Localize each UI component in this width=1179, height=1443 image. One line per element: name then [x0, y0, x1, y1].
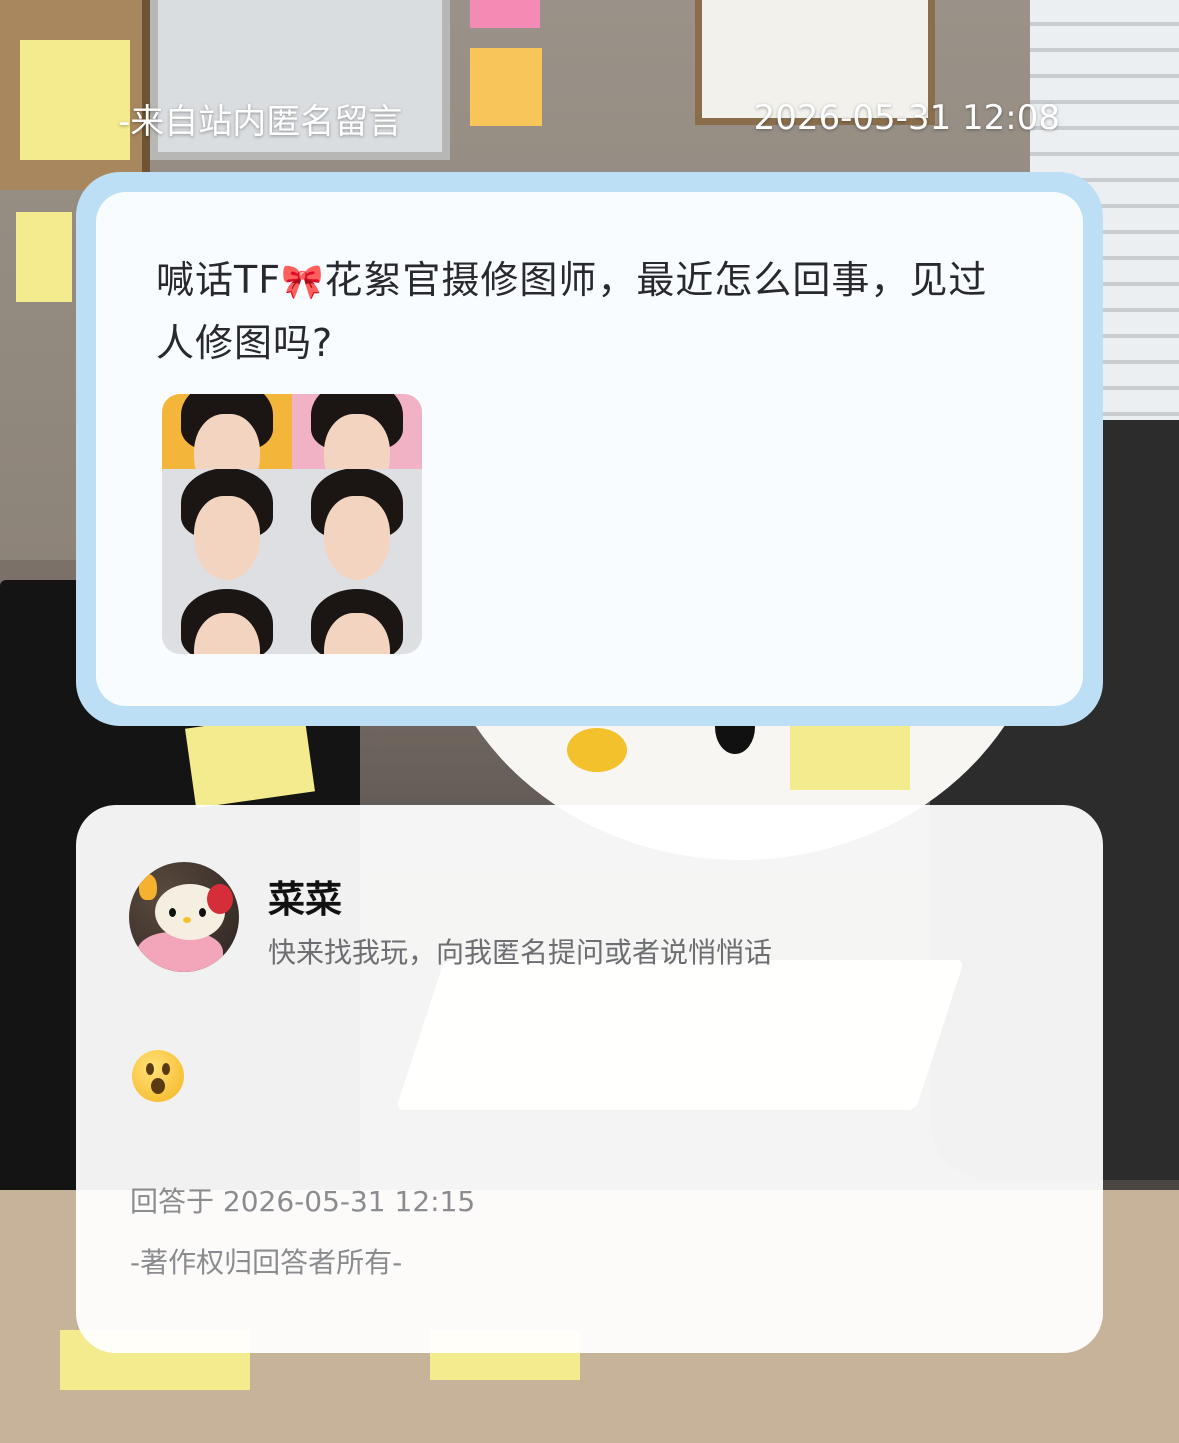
photo-cell — [292, 583, 422, 654]
photo-cell — [162, 583, 292, 654]
message-header: -来自站内匿名留言 2026-05-31 12:08 — [118, 96, 1060, 142]
photo-collage-image[interactable] — [162, 394, 422, 654]
astonished-face-emoji-icon — [132, 1050, 184, 1102]
question-card-inner: 喊话TF🎀花絮官摄修图师，最近怎么回事，见过人修图吗? — [96, 192, 1083, 706]
question-text: 喊话TF🎀花絮官摄修图师，最近怎么回事，见过人修图吗? — [156, 250, 1023, 374]
question-card: 喊话TF🎀花絮官摄修图师，最近怎么回事，见过人修图吗? — [76, 172, 1103, 726]
photo-cell — [162, 469, 292, 583]
user-bio: 快来找我玩，向我匿名提问或者说悄悄话 — [268, 936, 773, 969]
ribbon-emoji-icon: 🎀 — [281, 262, 325, 302]
photo-cell — [292, 394, 422, 469]
answered-timestamp: 回答于 2026-05-31 12:15 — [130, 1185, 476, 1218]
question-text-before: 喊话TF — [156, 258, 282, 302]
copyright-notice: -著作权归回答者所有- — [130, 1246, 403, 1279]
answer-card: 菜菜 快来找我玩，向我匿名提问或者说悄悄话 回答于 2026-05-31 12:… — [76, 805, 1103, 1353]
source-label: -来自站内匿名留言 — [118, 101, 403, 142]
message-timestamp: 2026-05-31 12:08 — [753, 98, 1060, 138]
photo-cell — [292, 469, 422, 583]
photo-cell — [162, 394, 292, 469]
avatar[interactable] — [129, 862, 239, 972]
user-name[interactable]: 菜菜 — [268, 869, 342, 923]
